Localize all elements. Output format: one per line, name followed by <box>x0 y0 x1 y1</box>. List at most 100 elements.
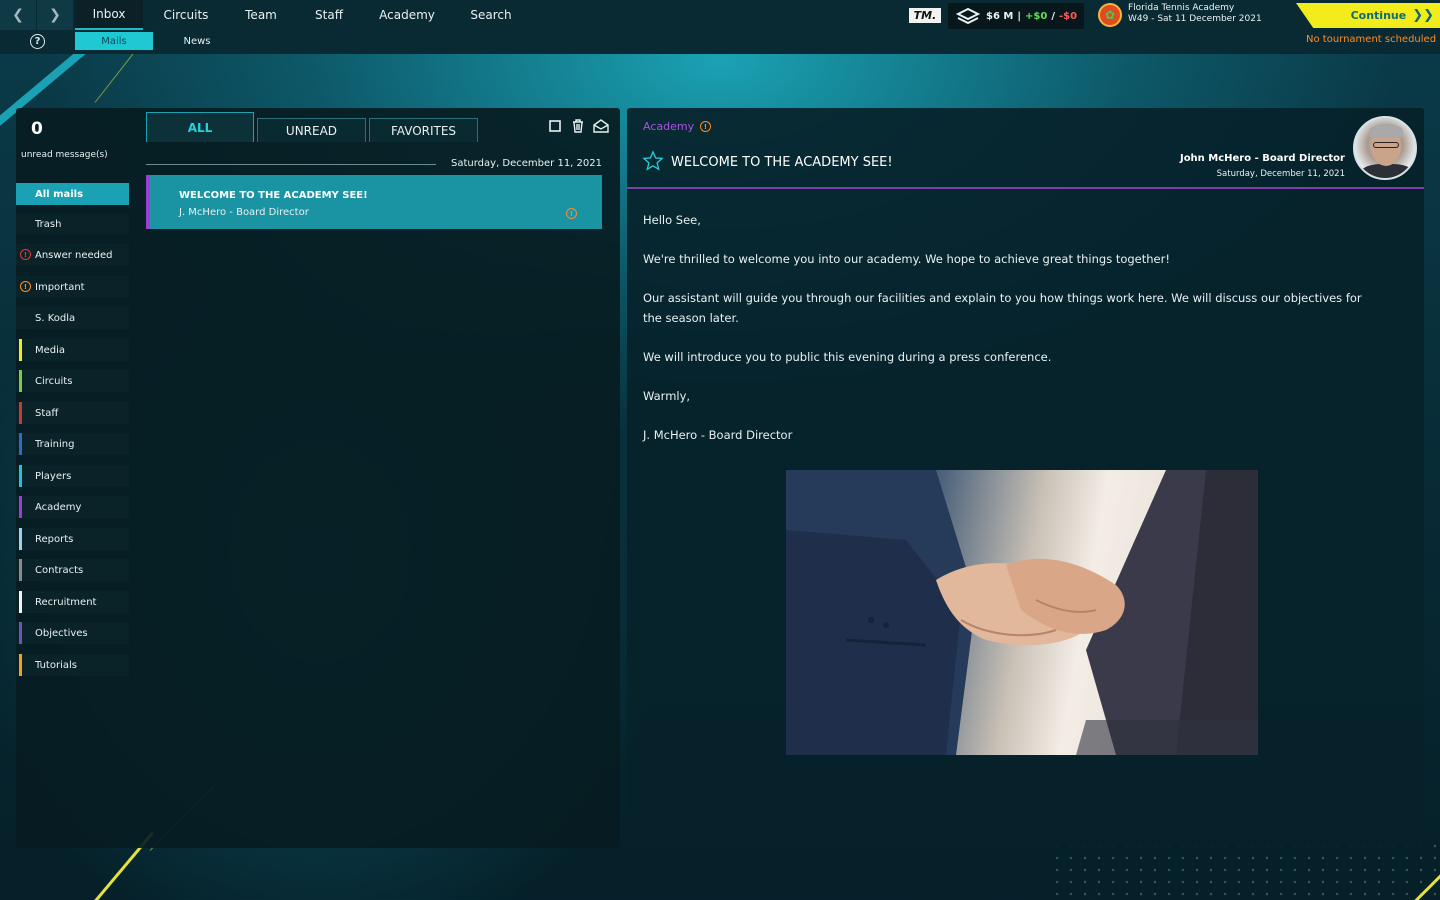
folder-academy[interactable]: Academy <box>16 496 129 518</box>
unread-label: unread message(s) <box>21 150 108 160</box>
folder-label: Tutorials <box>35 659 77 671</box>
star-outline-icon[interactable] <box>642 150 664 172</box>
folder-label: Recruitment <box>35 596 97 608</box>
expense-value: -$0 <box>1058 10 1078 22</box>
chevron-left-icon: ❮ <box>12 7 24 23</box>
folder-contracts[interactable]: Contracts <box>16 559 129 581</box>
decor-dots <box>1050 840 1440 900</box>
forward-button[interactable]: ❯ <box>37 0 73 30</box>
mail-paragraph: Our assistant will guide you through our… <box>643 291 1362 325</box>
folder-answer-needed[interactable]: ! Answer needed <box>16 244 129 266</box>
history-nav: ❮ ❯ <box>0 0 74 30</box>
tab-inbox[interactable]: Inbox <box>75 0 143 30</box>
back-button[interactable]: ❮ <box>0 0 36 30</box>
folder-players[interactable]: Players <box>16 465 129 487</box>
color-tag <box>19 591 22 613</box>
folder-recruitment[interactable]: Recruitment <box>16 591 129 613</box>
separator: / <box>1051 10 1055 22</box>
subtab-mails[interactable]: Mails <box>75 32 153 50</box>
color-tag <box>19 622 22 644</box>
folder-label: Trash <box>35 218 62 230</box>
folder-objectives[interactable]: Objectives <box>16 622 129 644</box>
trash-icon[interactable] <box>570 118 586 134</box>
date-divider <box>146 164 436 165</box>
tab-staff[interactable]: Staff <box>305 0 353 30</box>
folder-tutorials[interactable]: Tutorials <box>16 654 129 676</box>
sender-date: Saturday, December 11, 2021 <box>1216 169 1345 179</box>
mark-read-icon[interactable] <box>593 118 609 134</box>
folder-staff[interactable]: Staff <box>16 402 129 424</box>
folder-s-kodla[interactable]: S. Kodla <box>16 307 129 329</box>
folder-label: Contracts <box>35 564 84 576</box>
tab-favorites[interactable]: FAVORITES <box>369 118 478 142</box>
separator: | <box>1017 10 1022 22</box>
folder-circuits[interactable]: Circuits <box>16 370 129 392</box>
folder-label: Training <box>35 438 75 450</box>
folder-label: Reports <box>35 533 74 545</box>
mail-paragraph: We're thrilled to welcome you into our a… <box>643 252 1170 266</box>
folder-label: Objectives <box>35 627 88 639</box>
help-button[interactable]: ? <box>30 34 45 49</box>
double-chevron-right-icon: ❯❯ <box>1412 8 1434 23</box>
academy-name: Florida Tennis Academy <box>1128 3 1235 13</box>
mail-sender: J. McHero - Board Director <box>179 207 309 218</box>
folder-label: Important <box>35 281 85 293</box>
color-tag <box>19 559 22 581</box>
income-value: +$0 <box>1025 10 1048 22</box>
color-tag <box>19 370 22 392</box>
select-all-icon[interactable] <box>547 118 563 134</box>
tab-academy[interactable]: Academy <box>375 0 439 30</box>
finance-summary[interactable]: $6 M | +$0 / -$0 <box>948 3 1084 29</box>
handshake-photo <box>786 470 1258 755</box>
color-tag <box>19 654 22 676</box>
color-tag <box>19 402 22 424</box>
tab-team[interactable]: Team <box>235 0 287 30</box>
tab-unread[interactable]: UNREAD <box>257 118 366 142</box>
color-tag <box>19 339 22 361</box>
continue-label: Continue <box>1350 9 1407 22</box>
header-divider <box>627 187 1424 189</box>
color-tag <box>19 465 22 487</box>
tournament-notice: No tournament scheduled <box>1306 34 1437 45</box>
chevron-right-icon: ❯ <box>49 7 61 23</box>
avatar-hair <box>1369 124 1403 138</box>
mail-paragraph: Hello See, <box>643 213 701 227</box>
folder-label: Media <box>35 344 66 356</box>
folder-training[interactable]: Training <box>16 433 129 455</box>
avatar-glasses <box>1373 142 1399 148</box>
continue-button[interactable]: Continue ❯❯ <box>1296 3 1440 28</box>
academy-logo-icon[interactable]: ✿ <box>1098 3 1122 27</box>
tm-logo: TM. <box>909 8 941 23</box>
mail-subject: WELCOME TO THE ACADEMY SEE! <box>179 190 368 201</box>
tab-all[interactable]: ALL <box>146 112 254 142</box>
folder-media[interactable]: Media <box>16 339 129 361</box>
folder-important[interactable]: ! Important <box>16 276 129 298</box>
folder-label: All mails <box>35 188 84 200</box>
folder-label: Staff <box>35 407 59 419</box>
avatar <box>1353 116 1417 180</box>
folder-label: Circuits <box>35 375 73 387</box>
list-item[interactable]: WELCOME TO THE ACADEMY SEE! J. McHero - … <box>146 175 602 229</box>
alert-circle-icon: ! <box>566 208 577 219</box>
tab-search[interactable]: Search <box>462 0 520 30</box>
color-tag <box>19 433 22 455</box>
handshake-illustration <box>786 470 1258 755</box>
avatar-suit <box>1361 164 1413 178</box>
mail-title: WELCOME TO THE ACADEMY SEE! <box>671 155 893 170</box>
folder-label: Answer needed <box>35 249 113 261</box>
folder-reports[interactable]: Reports <box>16 528 129 550</box>
folder-label: Academy <box>35 501 82 513</box>
mail-paragraph: We will introduce you to public this eve… <box>643 349 1052 364</box>
tab-circuits[interactable]: Circuits <box>155 0 217 30</box>
mail-paragraph: J. McHero - Board Director <box>643 427 793 442</box>
subtab-news[interactable]: News <box>170 32 224 50</box>
sender-name: John McHero - Board Director <box>1179 153 1345 164</box>
alert-circle-icon: ! <box>700 121 711 132</box>
folder-trash[interactable]: Trash <box>16 213 129 235</box>
mail-category: Academy <box>643 120 695 133</box>
academy-info: Florida Tennis Academy W49 - Sat 11 Dece… <box>1128 3 1262 25</box>
color-tag <box>19 496 22 518</box>
folder-label: S. Kodla <box>35 312 76 324</box>
folder-all-mails[interactable]: All mails <box>16 183 129 205</box>
budget-value: $6 M <box>986 10 1014 22</box>
